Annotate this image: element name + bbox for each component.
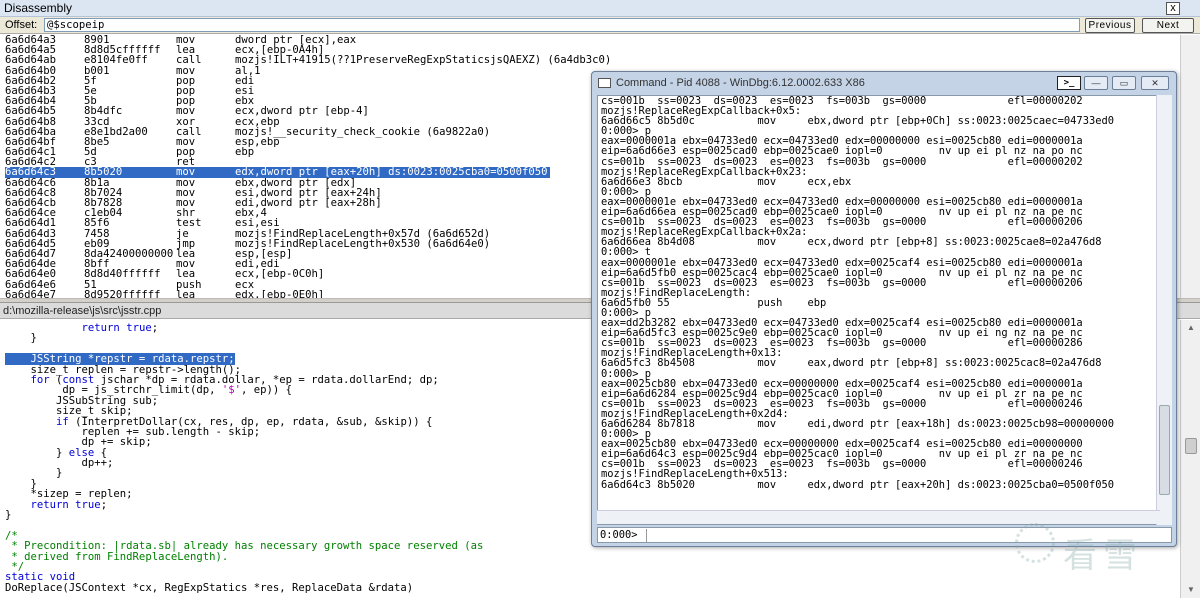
disasm-bytes: 8d8d40ffffff [84, 268, 161, 281]
command-output-line: 6a6d66ea 8b4d08 mov ecx,dword ptr [ebp+8… [601, 236, 1102, 249]
source-line[interactable]: return true; [5, 498, 483, 511]
source-token: } [5, 332, 37, 345]
command-output-line: 6a6d5fc3 8b4508 mov eax,dword ptr [ebp+8… [601, 357, 1102, 370]
command-window: Command - Pid 4088 - WinDbg:6.12.0002.63… [591, 71, 1177, 547]
source-line[interactable]: * derived from FindReplaceLength). [5, 550, 483, 563]
source-token: DoReplace(JSContext *cx, RegExpStatics *… [5, 581, 414, 594]
scroll-up-arrow-icon[interactable]: ▲ [1185, 323, 1197, 333]
offset-input[interactable]: @$scopeip [44, 18, 1080, 32]
source-line[interactable] [5, 520, 483, 530]
source-token: * derived from FindReplaceLength). [5, 550, 229, 563]
command-output-line: 6a6d5fb0 55 push ebp [601, 296, 827, 309]
command-output-line: 6a6d64c3 8b5020 mov edx,dword ptr [eax+2… [601, 478, 1114, 491]
close-icon[interactable]: ✕ [1141, 76, 1169, 90]
source-line[interactable]: DoReplace(JSContext *cx, RegExpStatics *… [5, 581, 483, 594]
source-line[interactable]: return true; [5, 322, 483, 334]
disassembly-toolbar: Offset: @$scopeip Previous Next [0, 17, 1200, 34]
source-token: } [5, 509, 12, 522]
disasm-mnemonic: lea [176, 268, 196, 281]
command-window-title: Command - Pid 4088 - WinDbg:6.12.0002.63… [616, 77, 865, 89]
minimize-button[interactable]: — [1084, 76, 1108, 90]
command-output-line: 6a6d66c5 8b5d0c mov ebx,dword ptr [ebp+0… [601, 115, 1114, 128]
disasm-mnemonic: mov [176, 105, 196, 118]
previous-button[interactable]: Previous [1085, 18, 1135, 33]
watermark: 看雪 [1015, 523, 1180, 578]
command-output-lines: cs=001b ss=0023 ds=0023 es=0023 fs=003b … [601, 96, 1114, 490]
command-title-bar[interactable]: Command - Pid 4088 - WinDbg:6.12.0002.63… [592, 72, 1176, 94]
disassembly-scrollbar[interactable] [1180, 35, 1200, 298]
next-button[interactable]: Next [1142, 18, 1194, 33]
command-output-line: 0:000> t [601, 246, 652, 259]
command-output-line: 6a6d66e3 8bcb mov ecx,ebx [601, 175, 852, 188]
source-token: '$' [221, 384, 241, 397]
source-token: ; [151, 322, 159, 334]
disassembly-lines: 6a6d64a3 8901 mov dword ptr [ecx],eax 6a6d64… [5, 35, 611, 298]
disasm-bytes: 8b4dfc [84, 105, 123, 118]
disassembly-row[interactable]: 6a6d64e0 8d8d40ffffff lea ecx,[ebp-0C0h] [5, 268, 611, 281]
watermark-text: 看雪 [1063, 536, 1143, 576]
disassembly-row[interactable]: 6a6d64e7 8d9520ffffff lea edx,[ebp-0E0h] [5, 288, 611, 298]
source-line[interactable]: } [5, 332, 483, 345]
source-token: ; [100, 498, 108, 511]
scroll-down-arrow-icon[interactable]: ▼ [1185, 585, 1197, 595]
source-token: return true [81, 322, 152, 334]
disasm-mnemonic: lea [176, 288, 196, 298]
command-scrollbar[interactable] [1156, 95, 1172, 525]
disasm-address: 6a6d64e0 [5, 268, 57, 281]
command-output-line: 6a6d6284 8b7818 mov edi,dword ptr [eax+1… [601, 418, 1114, 430]
disasm-operands: mozjs!ILT+41915(??1PreserveRegExpStatics… [235, 54, 612, 67]
disasm-address: 6a6d64b5 [5, 105, 57, 118]
disassembly-close-button[interactable]: x [1166, 2, 1180, 15]
disasm-bytes: 8d9520ffffff [84, 288, 161, 298]
terminal-icon[interactable]: >_ [1057, 76, 1081, 90]
source-token: return true [30, 498, 101, 511]
command-scroll-thumb[interactable] [1159, 405, 1170, 495]
watermark-logo-icon [1015, 523, 1055, 563]
source-line[interactable]: dp++; [5, 458, 483, 469]
source-token: , ep)) { [241, 384, 293, 397]
source-lines: return true; } JSString *repstr = rdata.… [5, 323, 483, 593]
disasm-operands: ebp [235, 146, 255, 159]
maximize-button[interactable]: ▭ [1112, 76, 1136, 90]
command-prompt: 0:000> [600, 529, 638, 541]
command-horizontal-scrollbar[interactable] [597, 510, 1160, 524]
disassembly-title: Disassembly [4, 1, 73, 15]
disassembly-title-bar: Disassembly x [0, 0, 1200, 17]
source-line[interactable]: } [5, 509, 483, 522]
source-line[interactable]: } [5, 468, 483, 479]
source-scroll-thumb[interactable] [1185, 438, 1197, 454]
disasm-operands: edx,[ebp-0E0h] [235, 288, 325, 298]
offset-label: Offset: [5, 19, 38, 31]
disassembly-row[interactable]: 6a6d64b5 8b4dfc mov ecx,dword ptr [ebp-4] [5, 105, 611, 118]
source-scrollbar[interactable]: ▲ ▼ [1180, 320, 1200, 598]
command-output[interactable]: cs=001b ss=0023 ds=0023 es=0023 fs=003b … [597, 95, 1160, 525]
source-line[interactable]: */ [5, 562, 483, 573]
window-icon [598, 78, 611, 88]
disasm-address: 6a6d64e7 [5, 288, 57, 298]
